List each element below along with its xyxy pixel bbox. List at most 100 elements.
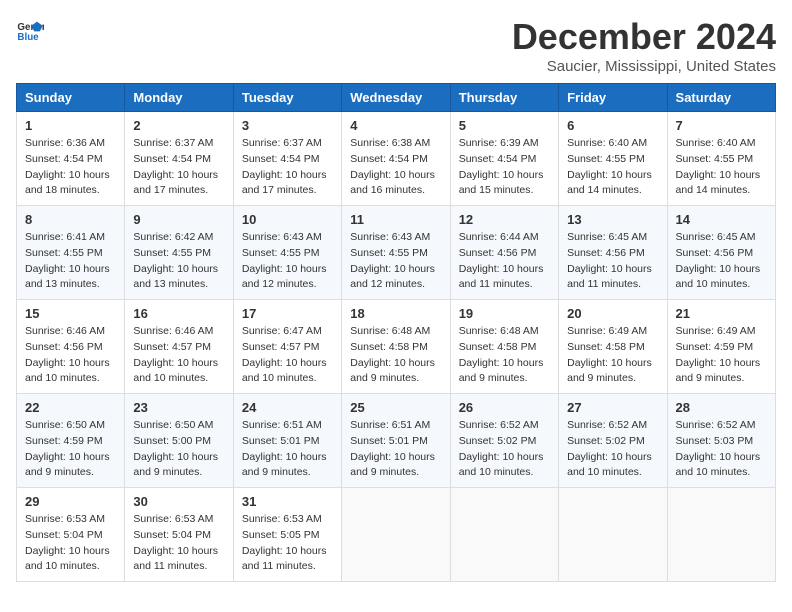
day-info: Sunrise: 6:40 AMSunset: 4:55 PMDaylight:… xyxy=(676,136,767,199)
day-number: 8 xyxy=(25,212,116,227)
day-info: Sunrise: 6:53 AMSunset: 5:04 PMDaylight:… xyxy=(133,512,224,575)
logo-icon: General Blue xyxy=(16,16,44,44)
calendar-cell: 3 Sunrise: 6:37 AMSunset: 4:54 PMDaylight… xyxy=(233,112,341,206)
calendar-cell: 17 Sunrise: 6:47 AMSunset: 4:57 PMDayligh… xyxy=(233,300,341,394)
day-info: Sunrise: 6:49 AMSunset: 4:59 PMDaylight:… xyxy=(676,324,767,387)
calendar-cell: 19 Sunrise: 6:48 AMSunset: 4:58 PMDayligh… xyxy=(450,300,558,394)
calendar-cell xyxy=(559,488,667,582)
calendar-cell: 23Sunrise: 6:50 AMSunset: 5:00 PMDayligh… xyxy=(125,394,233,488)
day-number: 14 xyxy=(676,212,767,227)
column-header-thursday: Thursday xyxy=(450,84,558,112)
calendar-cell: 16 Sunrise: 6:46 AMSunset: 4:57 PMDayligh… xyxy=(125,300,233,394)
day-number: 23 xyxy=(133,400,224,415)
day-number: 24 xyxy=(242,400,333,415)
day-info: Sunrise: 6:53 AMSunset: 5:05 PMDaylight:… xyxy=(242,512,333,575)
day-info: Sunrise: 6:52 AMSunset: 5:02 PMDaylight:… xyxy=(567,418,658,481)
calendar-cell: 12 Sunrise: 6:44 AMSunset: 4:56 PMDayligh… xyxy=(450,206,558,300)
day-info: Sunrise: 6:40 AMSunset: 4:55 PMDaylight:… xyxy=(567,136,658,199)
day-number: 20 xyxy=(567,306,658,321)
day-number: 26 xyxy=(459,400,550,415)
day-info: Sunrise: 6:43 AMSunset: 4:55 PMDaylight:… xyxy=(242,230,333,293)
calendar-cell: 9 Sunrise: 6:42 AMSunset: 4:55 PMDaylight… xyxy=(125,206,233,300)
day-info: Sunrise: 6:41 AMSunset: 4:55 PMDaylight:… xyxy=(25,230,116,293)
day-info: Sunrise: 6:46 AMSunset: 4:56 PMDaylight:… xyxy=(25,324,116,387)
location-title: Saucier, Mississippi, United States xyxy=(512,58,776,75)
day-info: Sunrise: 6:47 AMSunset: 4:57 PMDaylight:… xyxy=(242,324,333,387)
calendar-cell: 29 Sunrise: 6:53 AMSunset: 5:04 PMDayligh… xyxy=(17,488,125,582)
day-number: 17 xyxy=(242,306,333,321)
calendar-cell xyxy=(667,488,775,582)
day-number: 5 xyxy=(459,118,550,133)
day-number: 9 xyxy=(133,212,224,227)
day-info: Sunrise: 6:51 AMSunset: 5:01 PMDaylight:… xyxy=(242,418,333,481)
day-info: Sunrise: 6:52 AMSunset: 5:02 PMDaylight:… xyxy=(459,418,550,481)
day-number: 11 xyxy=(350,212,441,227)
day-info: Sunrise: 6:45 AMSunset: 4:56 PMDaylight:… xyxy=(567,230,658,293)
day-info: Sunrise: 6:52 AMSunset: 5:03 PMDaylight:… xyxy=(676,418,767,481)
column-header-wednesday: Wednesday xyxy=(342,84,450,112)
calendar-week-row: 1 Sunrise: 6:36 AMSunset: 4:54 PMDaylight… xyxy=(17,112,776,206)
calendar-week-row: 22 Sunrise: 6:50 AMSunset: 4:59 PMDayligh… xyxy=(17,394,776,488)
day-info: Sunrise: 6:53 AMSunset: 5:04 PMDaylight:… xyxy=(25,512,116,575)
calendar-cell: 18 Sunrise: 6:48 AMSunset: 4:58 PMDayligh… xyxy=(342,300,450,394)
day-number: 1 xyxy=(25,118,116,133)
calendar-cell: 31 Sunrise: 6:53 AMSunset: 5:05 PMDayligh… xyxy=(233,488,341,582)
day-number: 31 xyxy=(242,494,333,509)
day-info: Sunrise: 6:49 AMSunset: 4:58 PMDaylight:… xyxy=(567,324,658,387)
day-info: Sunrise: 6:45 AMSunset: 4:56 PMDaylight:… xyxy=(676,230,767,293)
day-number: 2 xyxy=(133,118,224,133)
day-info: Sunrise: 6:48 AMSunset: 4:58 PMDaylight:… xyxy=(459,324,550,387)
calendar-cell: 5 Sunrise: 6:39 AMSunset: 4:54 PMDaylight… xyxy=(450,112,558,206)
day-info: Sunrise: 6:39 AMSunset: 4:54 PMDaylight:… xyxy=(459,136,550,199)
day-number: 12 xyxy=(459,212,550,227)
day-info: Sunrise: 6:36 AMSunset: 4:54 PMDaylight:… xyxy=(25,136,116,199)
day-number: 10 xyxy=(242,212,333,227)
calendar-cell: 28 Sunrise: 6:52 AMSunset: 5:03 PMDayligh… xyxy=(667,394,775,488)
day-info: Sunrise: 6:44 AMSunset: 4:56 PMDaylight:… xyxy=(459,230,550,293)
calendar-cell: 15 Sunrise: 6:46 AMSunset: 4:56 PMDayligh… xyxy=(17,300,125,394)
day-info: Sunrise: 6:48 AMSunset: 4:58 PMDaylight:… xyxy=(350,324,441,387)
day-number: 7 xyxy=(676,118,767,133)
page-header: General Blue December 2024 Saucier, Miss… xyxy=(16,16,776,75)
day-info: Sunrise: 6:46 AMSunset: 4:57 PMDaylight:… xyxy=(133,324,224,387)
day-info: Sunrise: 6:37 AMSunset: 4:54 PMDaylight:… xyxy=(242,136,333,199)
day-info: Sunrise: 6:38 AMSunset: 4:54 PMDaylight:… xyxy=(350,136,441,199)
calendar-table: SundayMondayTuesdayWednesdayThursdayFrid… xyxy=(16,83,776,582)
day-number: 22 xyxy=(25,400,116,415)
column-header-monday: Monday xyxy=(125,84,233,112)
day-number: 16 xyxy=(133,306,224,321)
calendar-cell: 30Sunrise: 6:53 AMSunset: 5:04 PMDayligh… xyxy=(125,488,233,582)
calendar-cell: 25Sunrise: 6:51 AMSunset: 5:01 PMDayligh… xyxy=(342,394,450,488)
calendar-cell: 2 Sunrise: 6:37 AMSunset: 4:54 PMDaylight… xyxy=(125,112,233,206)
day-number: 21 xyxy=(676,306,767,321)
column-header-sunday: Sunday xyxy=(17,84,125,112)
day-info: Sunrise: 6:43 AMSunset: 4:55 PMDaylight:… xyxy=(350,230,441,293)
calendar-cell: 26 Sunrise: 6:52 AMSunset: 5:02 PMDayligh… xyxy=(450,394,558,488)
calendar-cell: 4Sunrise: 6:38 AMSunset: 4:54 PMDaylight… xyxy=(342,112,450,206)
day-number: 28 xyxy=(676,400,767,415)
calendar-cell: 22 Sunrise: 6:50 AMSunset: 4:59 PMDayligh… xyxy=(17,394,125,488)
title-block: December 2024 Saucier, Mississippi, Unit… xyxy=(512,16,776,75)
calendar-cell: 1 Sunrise: 6:36 AMSunset: 4:54 PMDaylight… xyxy=(17,112,125,206)
day-number: 3 xyxy=(242,118,333,133)
day-number: 15 xyxy=(25,306,116,321)
svg-text:Blue: Blue xyxy=(17,32,39,43)
month-title: December 2024 xyxy=(512,16,776,58)
calendar-week-row: 15 Sunrise: 6:46 AMSunset: 4:56 PMDayligh… xyxy=(17,300,776,394)
day-number: 29 xyxy=(25,494,116,509)
day-info: Sunrise: 6:37 AMSunset: 4:54 PMDaylight:… xyxy=(133,136,224,199)
day-number: 13 xyxy=(567,212,658,227)
day-info: Sunrise: 6:42 AMSunset: 4:55 PMDaylight:… xyxy=(133,230,224,293)
day-number: 19 xyxy=(459,306,550,321)
calendar-week-row: 8 Sunrise: 6:41 AMSunset: 4:55 PMDaylight… xyxy=(17,206,776,300)
logo: General Blue xyxy=(16,16,44,44)
calendar-cell: 24 Sunrise: 6:51 AMSunset: 5:01 PMDayligh… xyxy=(233,394,341,488)
calendar-cell: 20 Sunrise: 6:49 AMSunset: 4:58 PMDayligh… xyxy=(559,300,667,394)
calendar-cell: 21 Sunrise: 6:49 AMSunset: 4:59 PMDayligh… xyxy=(667,300,775,394)
calendar-cell: 14 Sunrise: 6:45 AMSunset: 4:56 PMDayligh… xyxy=(667,206,775,300)
day-info: Sunrise: 6:50 AMSunset: 4:59 PMDaylight:… xyxy=(25,418,116,481)
calendar-header-row: SundayMondayTuesdayWednesdayThursdayFrid… xyxy=(17,84,776,112)
day-number: 18 xyxy=(350,306,441,321)
day-number: 27 xyxy=(567,400,658,415)
day-info: Sunrise: 6:51 AMSunset: 5:01 PMDaylight:… xyxy=(350,418,441,481)
